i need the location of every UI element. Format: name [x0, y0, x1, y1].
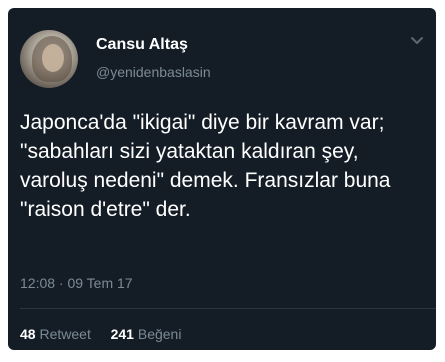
avatar-face — [42, 44, 64, 72]
like-count[interactable]: 241 — [111, 326, 134, 342]
chevron-down-icon[interactable] — [410, 36, 424, 46]
author-handle[interactable]: @yenidenbaslasin — [96, 64, 211, 80]
tweet-stats: 48 Retweet 241 Beğeni — [20, 326, 181, 342]
tweet-text: Japonca'da "ikigai" diye bir kavram var;… — [20, 111, 391, 221]
retweet-count[interactable]: 48 — [20, 326, 36, 342]
divider — [20, 308, 436, 309]
like-label[interactable]: Beğeni — [138, 326, 182, 342]
tweet-timestamp[interactable]: 12:08 · 09 Tem 17 — [20, 275, 133, 291]
avatar[interactable] — [20, 30, 78, 88]
tweet-card: Cansu Altaş @yenidenbaslasin Japonca'da … — [8, 8, 436, 350]
retweet-label[interactable]: Retweet — [39, 326, 90, 342]
author-display-name[interactable]: Cansu Altaş — [96, 36, 188, 54]
